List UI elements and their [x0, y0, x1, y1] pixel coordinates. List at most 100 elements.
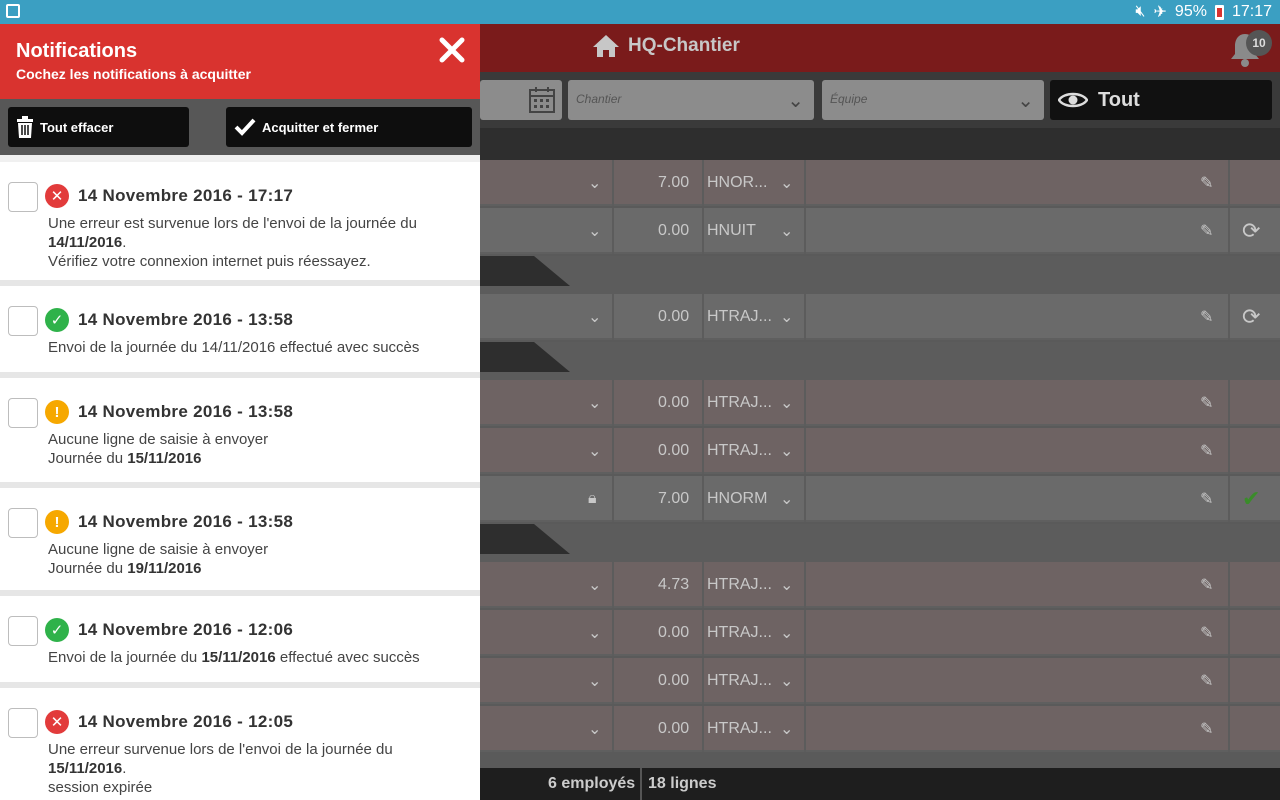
- table-row[interactable]: ⌄ 0.00 HTRAJ... ⌄ ✎ ⟳: [480, 294, 1280, 340]
- table-row[interactable]: ⌄ 7.00 HNOR... ⌄ ✎: [480, 160, 1280, 206]
- chevron-down-icon[interactable]: ⌄: [780, 610, 793, 656]
- app-title-text: HQ-Chantier: [628, 35, 740, 56]
- code-cell[interactable]: HTRAJ...: [707, 294, 772, 340]
- chevron-down-icon[interactable]: ⌄: [780, 476, 793, 522]
- notifications-button[interactable]: 10: [1228, 30, 1272, 67]
- hours-cell[interactable]: 0.00: [658, 208, 689, 254]
- edit-icon[interactable]: ✎: [1200, 428, 1213, 474]
- edit-icon[interactable]: ✎: [1200, 476, 1213, 522]
- battery-icon: [1214, 4, 1224, 20]
- edit-icon[interactable]: ✎: [1200, 160, 1213, 206]
- notification-item[interactable]: ! 14 Novembre 2016 - 13:58 Aucune ligne …: [0, 488, 480, 596]
- chantier-select[interactable]: Chantier ⌄: [568, 80, 814, 120]
- notification-date: 14 Novembre 2016 - 13:58: [78, 402, 294, 421]
- hours-cell[interactable]: 0.00: [658, 294, 689, 340]
- edit-icon[interactable]: ✎: [1200, 706, 1213, 752]
- hours-cell[interactable]: 0.00: [658, 658, 689, 704]
- chevron-down-icon: ⌄: [1017, 90, 1034, 112]
- notification-item[interactable]: ✕ 14 Novembre 2016 - 17:17 Une erreur es…: [0, 162, 480, 286]
- chevron-down-icon[interactable]: ⌄: [780, 380, 793, 426]
- chevron-down-icon[interactable]: ⌄: [588, 658, 601, 704]
- hours-cell[interactable]: 0.00: [658, 380, 689, 426]
- clear-all-button[interactable]: Tout effacer: [8, 107, 189, 147]
- chevron-down-icon[interactable]: ⌄: [780, 208, 793, 254]
- trash-icon: [17, 116, 33, 138]
- notification-item[interactable]: ✕ 14 Novembre 2016 - 12:05 Une erreur su…: [0, 688, 480, 800]
- acknowledge-close-button[interactable]: Acquitter et fermer: [226, 107, 472, 147]
- notification-checkbox[interactable]: [8, 182, 38, 212]
- code-cell[interactable]: HNORM: [707, 476, 767, 522]
- hours-cell[interactable]: 7.00: [658, 160, 689, 206]
- chevron-down-icon[interactable]: ⌄: [588, 380, 601, 426]
- code-cell[interactable]: HTRAJ...: [707, 562, 772, 608]
- table-row[interactable]: ⌄ 0.00 HTRAJ... ⌄ ✎: [480, 706, 1280, 752]
- code-cell[interactable]: HTRAJ...: [707, 706, 772, 752]
- hours-cell[interactable]: 0.00: [658, 610, 689, 656]
- acknowledge-close-label: Acquitter et fermer: [262, 119, 379, 135]
- chevron-down-icon[interactable]: ⌄: [588, 208, 601, 254]
- chevron-down-icon[interactable]: ⌄: [780, 294, 793, 340]
- code-cell[interactable]: HTRAJ...: [707, 658, 772, 704]
- notification-checkbox[interactable]: [8, 306, 38, 336]
- table-row[interactable]: ⌄ 0.00 HTRAJ... ⌄ ✎: [480, 380, 1280, 426]
- notification-message: Une erreur survenue lors de l'envoi de l…: [48, 741, 393, 796]
- table-row[interactable]: ⌄ 0.00 HTRAJ... ⌄ ✎: [480, 658, 1280, 704]
- chevron-down-icon[interactable]: ⌄: [780, 562, 793, 608]
- chevron-down-icon[interactable]: ⌄: [780, 428, 793, 474]
- notification-item[interactable]: ✓ 14 Novembre 2016 - 12:06 Envoi de la j…: [0, 596, 480, 688]
- equipe-select[interactable]: Équipe ⌄: [822, 80, 1044, 120]
- code-cell[interactable]: HNOR...: [707, 160, 767, 206]
- chevron-down-icon[interactable]: ⌄: [588, 706, 601, 752]
- sync-icon[interactable]: ⟳: [1242, 294, 1260, 340]
- chevron-down-icon[interactable]: ⌄: [588, 610, 601, 656]
- view-all-button[interactable]: Tout: [1050, 80, 1272, 120]
- edit-icon[interactable]: ✎: [1200, 610, 1213, 656]
- hours-cell[interactable]: 4.73: [658, 562, 689, 608]
- notification-message: Aucune ligne de saisie à envoyer Journée…: [48, 431, 269, 467]
- code-cell[interactable]: HTRAJ...: [707, 380, 772, 426]
- table-footer: 6 employés 18 lignes: [480, 768, 1280, 800]
- notification-item[interactable]: ✓ 14 Novembre 2016 - 13:58 Envoi de la j…: [0, 286, 480, 378]
- notification-checkbox[interactable]: [8, 708, 38, 738]
- close-icon[interactable]: [438, 36, 466, 64]
- code-cell[interactable]: HTRAJ...: [707, 428, 772, 474]
- table-row[interactable]: 🔒︎ 7.00 HNORM ⌄ ✎ ✔: [480, 476, 1280, 522]
- notification-message: Aucune ligne de saisie à envoyer Journée…: [48, 541, 269, 577]
- chevron-down-icon[interactable]: ⌄: [588, 562, 601, 608]
- notification-checkbox[interactable]: [8, 616, 38, 646]
- app-title[interactable]: HQ-Chantier: [592, 34, 740, 58]
- group-header: [480, 342, 1280, 380]
- edit-icon[interactable]: ✎: [1200, 380, 1213, 426]
- sync-icon[interactable]: ⟳: [1242, 208, 1260, 254]
- chevron-down-icon[interactable]: ⌄: [780, 658, 793, 704]
- hours-cell[interactable]: 0.00: [658, 428, 689, 474]
- table-row[interactable]: ⌄ 0.00 HTRAJ... ⌄ ✎: [480, 610, 1280, 656]
- error-icon: ✕: [45, 710, 69, 734]
- edit-icon[interactable]: ✎: [1200, 294, 1213, 340]
- notification-message: Une erreur est survenue lors de l'envoi …: [48, 215, 417, 270]
- eye-icon: [1058, 92, 1088, 108]
- code-cell[interactable]: HNUIT: [707, 208, 756, 254]
- notification-checkbox[interactable]: [8, 398, 38, 428]
- table-row[interactable]: ⌄ 0.00 HTRAJ... ⌄ ✎: [480, 428, 1280, 474]
- table-row[interactable]: ⌄ 0.00 HNUIT ⌄ ✎ ⟳: [480, 208, 1280, 254]
- chantier-placeholder: Chantier: [576, 92, 622, 106]
- drawer-title: Notifications: [16, 40, 138, 62]
- hours-cell[interactable]: 7.00: [658, 476, 689, 522]
- chevron-down-icon[interactable]: ⌄: [780, 706, 793, 752]
- edit-icon[interactable]: ✎: [1200, 562, 1213, 608]
- hours-cell[interactable]: 0.00: [658, 706, 689, 752]
- code-cell[interactable]: HTRAJ...: [707, 610, 772, 656]
- chevron-down-icon[interactable]: ⌄: [780, 160, 793, 206]
- date-field[interactable]: [480, 80, 562, 120]
- chevron-down-icon[interactable]: ⌄: [588, 428, 601, 474]
- notification-item[interactable]: ! 14 Novembre 2016 - 13:58 Aucune ligne …: [0, 378, 480, 488]
- notification-checkbox[interactable]: [8, 508, 38, 538]
- chevron-down-icon[interactable]: ⌄: [588, 160, 601, 206]
- table-row[interactable]: ⌄ 4.73 HTRAJ... ⌄ ✎: [480, 562, 1280, 608]
- chevron-down-icon[interactable]: ⌄: [588, 294, 601, 340]
- home-icon: [593, 35, 619, 57]
- edit-icon[interactable]: ✎: [1200, 208, 1213, 254]
- edit-icon[interactable]: ✎: [1200, 658, 1213, 704]
- status-bar: 🔇︎ ✈ 95% 17:17: [0, 0, 1280, 24]
